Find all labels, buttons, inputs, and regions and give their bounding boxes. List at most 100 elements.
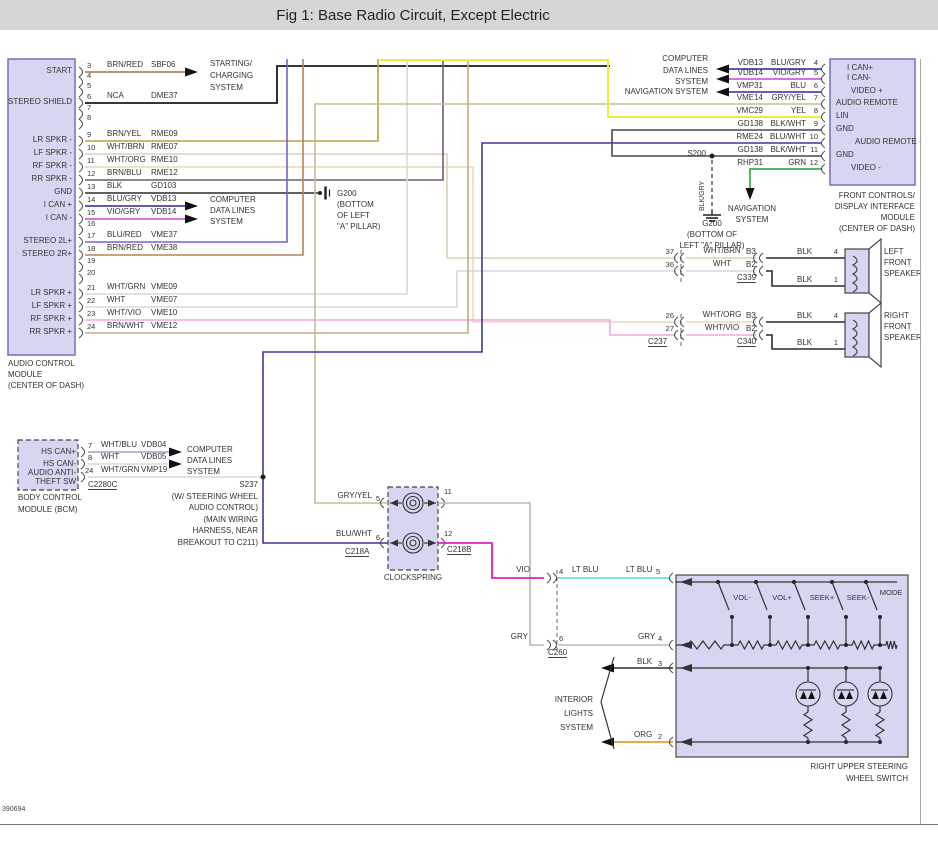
module-label: CLOCKSPRING	[384, 574, 442, 582]
splice-label: HARNESS, NEAR	[193, 527, 258, 535]
system-reference: COMPUTER	[187, 446, 233, 454]
arrow-right-icon	[169, 448, 182, 457]
pin-number: 1	[834, 339, 838, 347]
circuit-code-label: RME12	[151, 169, 178, 177]
circuit-code-label: VME10	[151, 309, 177, 317]
ground-label: "A" PILLAR)	[337, 223, 380, 231]
pin-number: 2	[658, 733, 662, 741]
connector-arc	[81, 447, 85, 457]
diagram-canvas: 3STARTBRN/REDSBF06456STEREO SHIELDNCADME…	[0, 0, 938, 852]
circuit-code-label: DME37	[151, 92, 178, 100]
pin-number: 20	[87, 269, 95, 277]
switch-button-label: VOL-	[733, 594, 751, 602]
connector-label: C340	[737, 338, 756, 347]
circuit-code-label: VMP31	[737, 82, 763, 90]
pin-number: 8	[87, 114, 91, 122]
system-reference: INTERIOR	[555, 696, 593, 704]
ground-label: OF LEFT	[337, 212, 370, 220]
pin-number: 6	[376, 534, 380, 542]
wire-color-label: WHT	[107, 296, 125, 304]
pin-signal: I CAN+	[847, 64, 873, 72]
wire-color-label: VIO/GRY	[773, 69, 806, 77]
pin-signal: VIDEO +	[851, 87, 883, 95]
connector-arc	[79, 188, 83, 198]
pin-number: 24	[85, 467, 93, 475]
module-label: DISPLAY INTERFACE	[835, 203, 915, 211]
connector-arc	[79, 98, 83, 108]
pin-number: 11	[444, 488, 452, 496]
pin-number: 17	[87, 232, 95, 240]
page-right-border	[920, 59, 921, 824]
wire-color-label: BLU	[790, 82, 806, 90]
wire-color-label: BLK/WHT	[770, 120, 806, 128]
pin-number: 24	[87, 323, 95, 331]
pin-number: 16	[87, 220, 95, 228]
pin-signal: STEREO 2R+	[22, 250, 72, 258]
wire-color-label: WHT	[101, 453, 119, 461]
splice-dot	[878, 643, 882, 647]
connector-arc	[822, 87, 826, 97]
module-label: AUDIO CONTROL	[8, 360, 75, 368]
arrow-down-icon	[746, 188, 755, 200]
system-reference: SYSTEM	[187, 468, 220, 476]
connector-arc	[822, 138, 826, 148]
pin-number: 8	[88, 454, 92, 462]
circuit-code-label: GD138	[738, 146, 763, 154]
pin-number: 4	[814, 59, 818, 67]
system-reference: COMPUTER	[662, 55, 708, 63]
pin-number: 8	[814, 107, 818, 115]
pin-signal: THEFT SW	[35, 478, 76, 486]
module-label: FRONT CONTROLS/	[839, 192, 915, 200]
pin-number: 21	[87, 284, 95, 292]
wire-grn	[750, 169, 822, 188]
connector-label: C237	[648, 338, 667, 347]
system-reference: SYSTEM	[560, 724, 593, 732]
wire-color-label: BLU/WHT	[770, 133, 806, 141]
connector-arc	[760, 330, 764, 340]
wire-color-label: WHT/BRN	[703, 247, 740, 255]
pin-number: 11	[87, 157, 95, 165]
connector-arc	[670, 573, 674, 583]
steering-switch-box	[676, 575, 908, 757]
splice-dot	[261, 475, 266, 480]
system-reference: SYSTEM	[736, 216, 769, 224]
connector-arc	[822, 99, 826, 109]
system-reference: DATA LINES	[210, 207, 255, 215]
pin-signal: GND	[54, 188, 72, 196]
wire-color-label: BLK	[797, 339, 812, 347]
module-label: MODULE (BCM)	[18, 506, 78, 514]
system-reference: NAVIGATION SYSTEM	[625, 88, 708, 96]
module-label: (CENTER OF DASH)	[8, 382, 84, 390]
connector-arc	[79, 67, 83, 77]
pin-number: 19	[87, 257, 95, 265]
wire-color-label: ORG	[634, 731, 652, 739]
pin-signal: LF SPKR -	[34, 149, 72, 157]
wire-color-label: VIO/GRY	[107, 208, 140, 216]
ground-label: G200	[337, 190, 357, 198]
wire-color-label: WHT/BLU	[101, 441, 137, 449]
footer-divider	[0, 824, 938, 825]
terminal-label: B2	[746, 325, 756, 333]
connector-arc	[760, 317, 764, 327]
splice-label: S200	[687, 150, 706, 158]
pin-signal: VIDEO -	[851, 164, 881, 172]
arrow-left-icon	[716, 65, 729, 74]
speaker-cone-icon	[869, 303, 881, 367]
circuit-code-label: VME07	[151, 296, 177, 304]
pin-number: 1	[834, 276, 838, 284]
arrow-right-icon	[185, 202, 198, 211]
pin-signal: I CAN-	[847, 74, 871, 82]
pin-signal: GND	[836, 151, 854, 159]
connector-label: C339	[737, 274, 756, 283]
wire-color-label: BRN/WHT	[107, 322, 144, 330]
splice-dot	[730, 643, 734, 647]
pin-number: 5	[376, 495, 380, 503]
pin-signal: RF SPKR -	[32, 162, 72, 170]
ground-label: (BOTTOM	[337, 201, 374, 209]
speaker-label: SPEAKER	[884, 270, 922, 278]
circuit-code-label: SBF06	[151, 61, 175, 69]
pin-number: 13	[87, 183, 95, 191]
pin-number: 4	[559, 568, 563, 576]
connector-arc	[79, 328, 83, 338]
module-label: WHEEL SWITCH	[846, 775, 908, 783]
